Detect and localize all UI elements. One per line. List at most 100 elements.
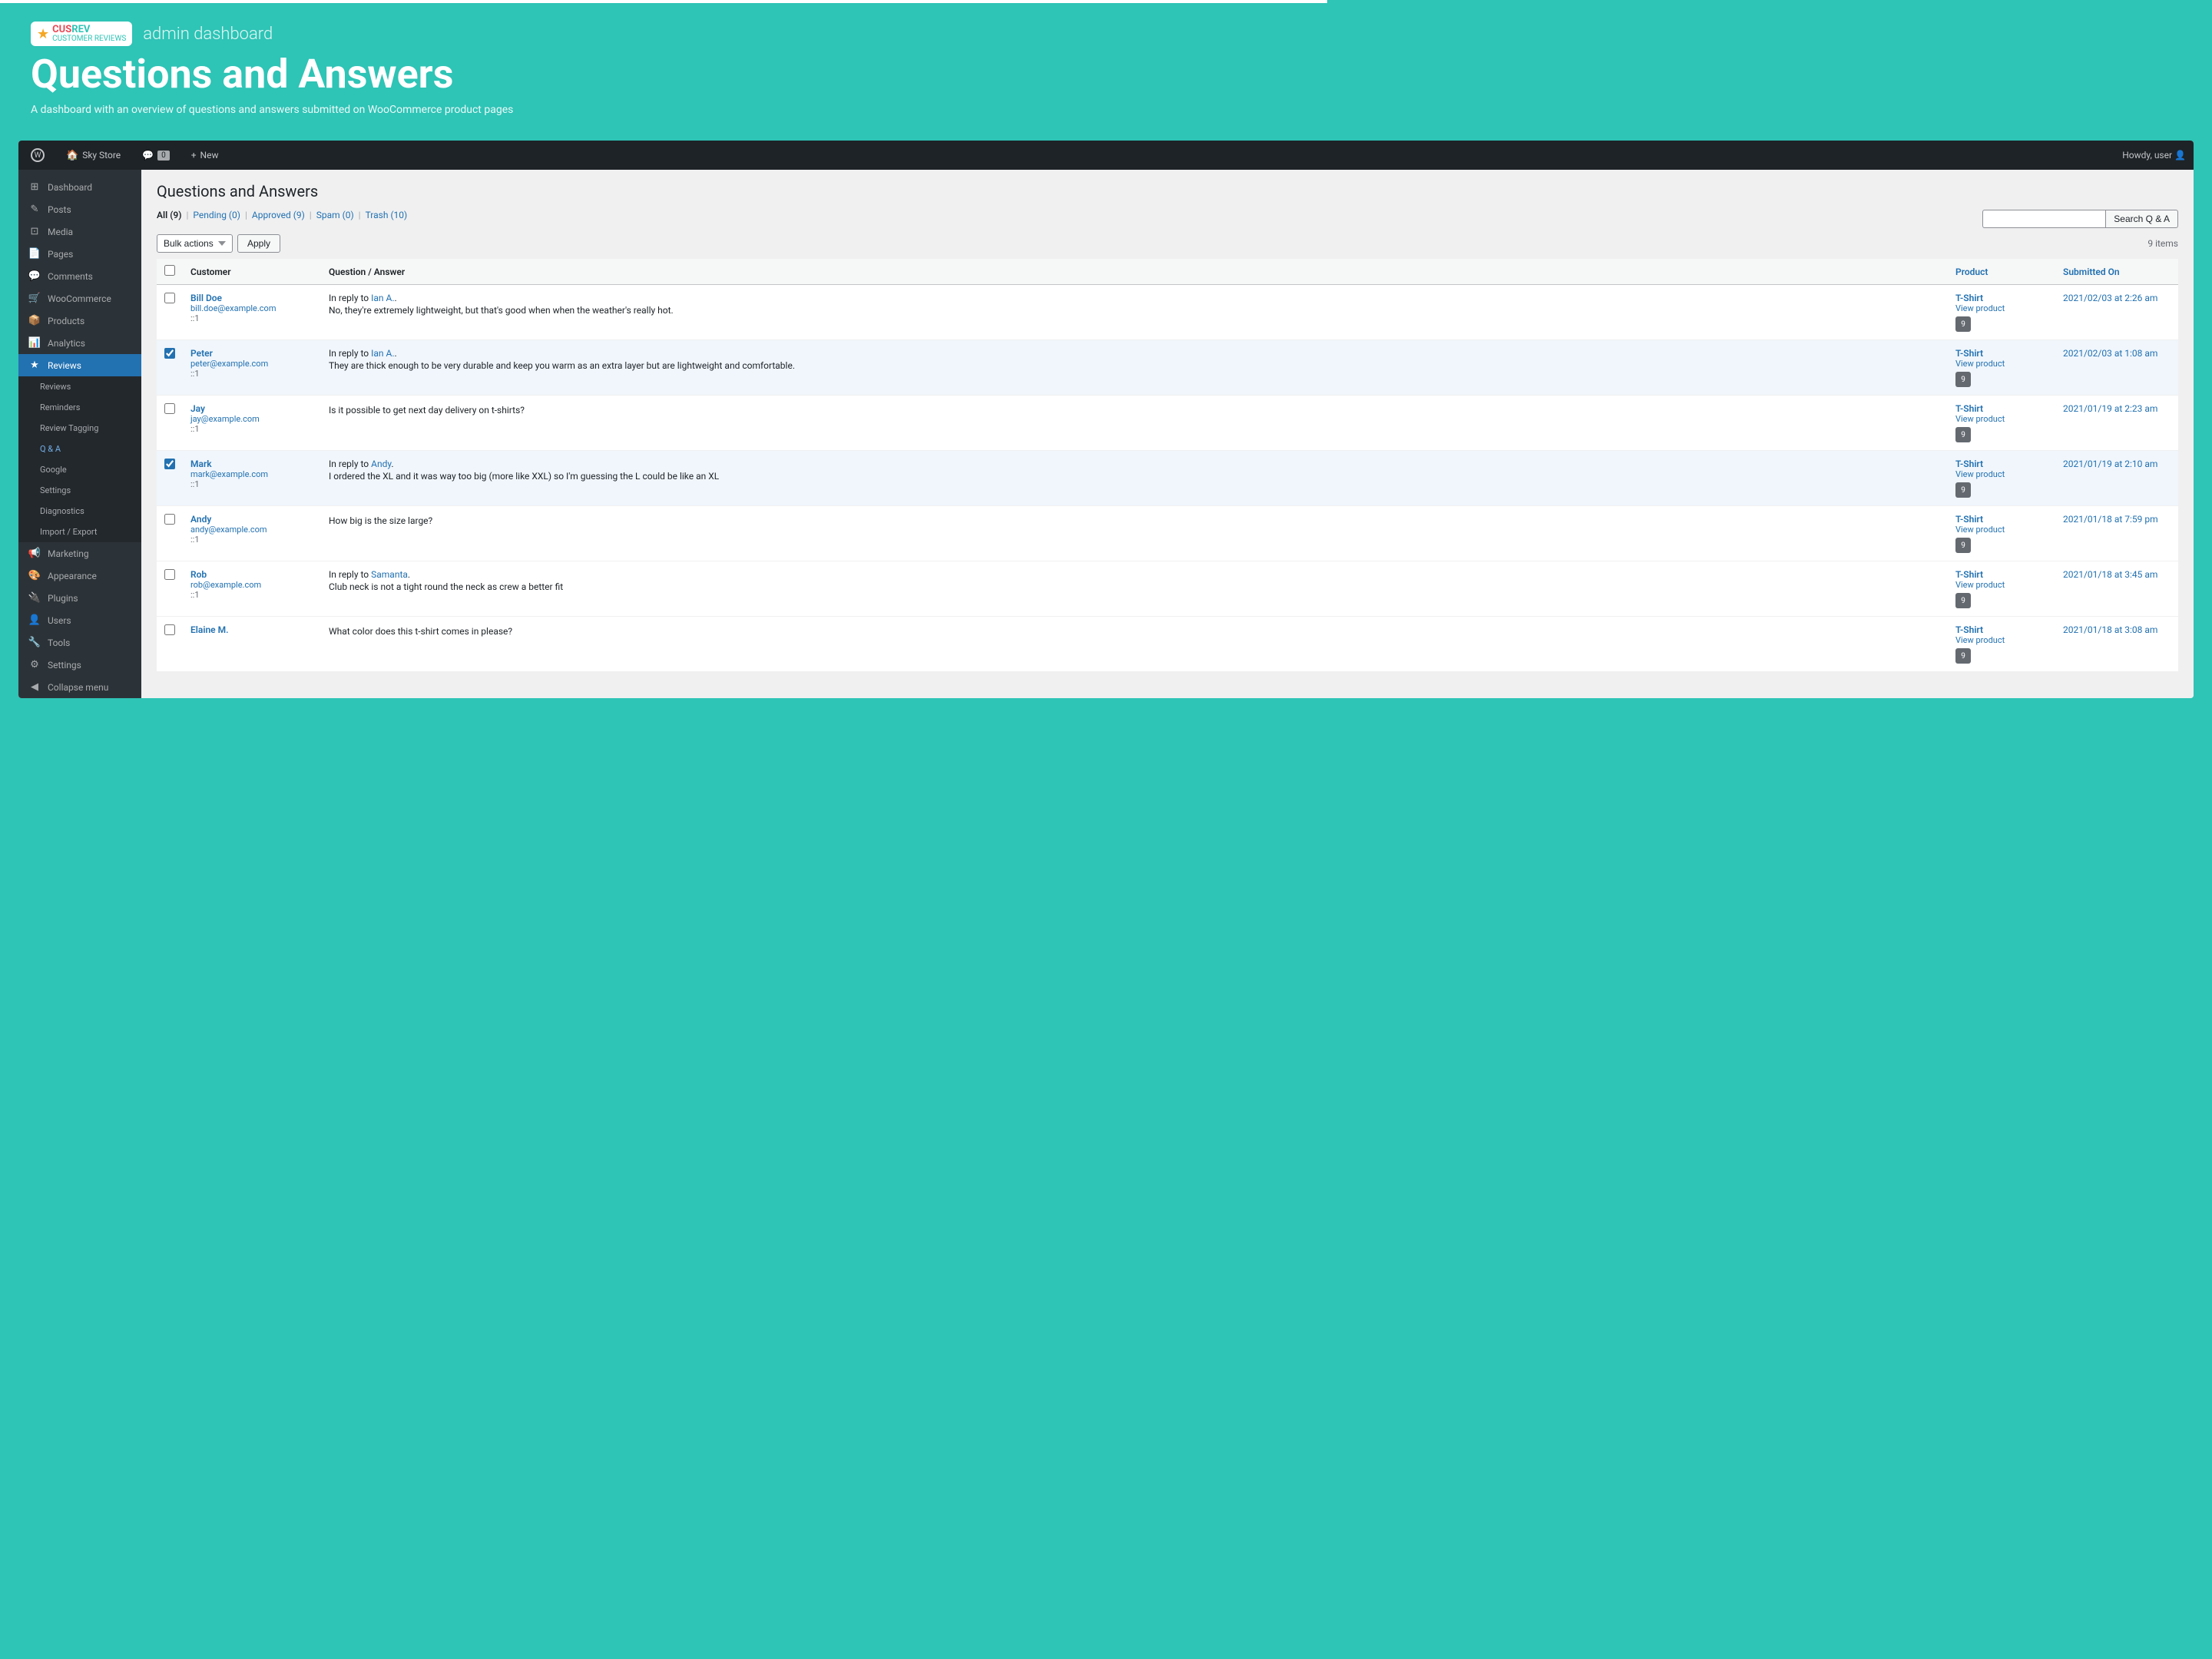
reply-to-link[interactable]: Andy: [371, 459, 391, 469]
product-badge: 9: [1955, 593, 1971, 608]
new-item[interactable]: + New: [187, 141, 224, 170]
table-row: Andy andy@example.com ::1 How big is the…: [157, 506, 2178, 561]
sidebar-item-reminders[interactable]: Reminders: [18, 397, 141, 418]
search-button[interactable]: Search Q & A: [2105, 210, 2178, 228]
product-name[interactable]: T-Shirt: [1955, 403, 2048, 414]
search-input[interactable]: [1982, 210, 2105, 228]
sidebar-item-reviews-sub[interactable]: Reviews: [18, 376, 141, 397]
filter-pending[interactable]: Pending (0): [193, 210, 240, 220]
row-checkbox[interactable]: [164, 459, 175, 469]
sidebar-item-settings[interactable]: ⚙ Settings: [18, 654, 141, 676]
filter-all[interactable]: All (9): [157, 210, 181, 220]
sidebar-item-dashboard[interactable]: ⊞ Dashboard: [18, 176, 141, 198]
customer-name[interactable]: Mark: [190, 459, 313, 469]
customer-cell: Andy andy@example.com ::1: [183, 506, 321, 561]
customer-name[interactable]: Rob: [190, 569, 313, 580]
wp-adminbar: W 🏠 Sky Store 💬 0 + New Howdy, user 👤: [18, 141, 2194, 170]
select-all-checkbox[interactable]: [164, 265, 175, 276]
product-link[interactable]: View product: [1955, 635, 2048, 645]
row-checkbox[interactable]: [164, 403, 175, 414]
sidebar-item-comments[interactable]: 💬 Comments: [18, 265, 141, 287]
sidebar-label-users: Users: [48, 615, 71, 626]
sidebar-item-marketing[interactable]: 📢 Marketing: [18, 542, 141, 565]
product-name[interactable]: T-Shirt: [1955, 624, 2048, 635]
sidebar-item-pages[interactable]: 📄 Pages: [18, 243, 141, 265]
product-name[interactable]: T-Shirt: [1955, 514, 2048, 525]
sidebar-item-users[interactable]: 👤 Users: [18, 609, 141, 631]
col-header-product[interactable]: Product: [1948, 259, 2055, 285]
product-link[interactable]: View product: [1955, 414, 2048, 424]
sidebar-item-collapse[interactable]: ◀ Collapse menu: [18, 676, 141, 698]
sidebar-item-posts[interactable]: ✎ Posts: [18, 198, 141, 220]
row-checkbox[interactable]: [164, 514, 175, 525]
product-name[interactable]: T-Shirt: [1955, 569, 2048, 580]
filter-trash[interactable]: Trash (10): [366, 210, 408, 220]
product-name[interactable]: T-Shirt: [1955, 293, 2048, 303]
customer-email[interactable]: peter@example.com: [190, 359, 313, 369]
product-name[interactable]: T-Shirt: [1955, 348, 2048, 359]
sidebar-item-analytics[interactable]: 📊 Analytics: [18, 332, 141, 354]
product-link[interactable]: View product: [1955, 303, 2048, 313]
sidebar-label-media: Media: [48, 227, 73, 237]
row-checkbox[interactable]: [164, 293, 175, 303]
submitted-date: 2021/01/19 at 2:23 am: [2063, 403, 2171, 414]
customer-email[interactable]: mark@example.com: [190, 469, 313, 479]
wp-icon-item[interactable]: W: [26, 141, 49, 170]
qa-cell: In reply to Ian A.. They are thick enoug…: [321, 340, 1948, 396]
sidebar-item-google[interactable]: Google: [18, 459, 141, 480]
row-checkbox[interactable]: [164, 569, 175, 580]
sidebar-item-settings-sub[interactable]: Settings: [18, 480, 141, 501]
product-cell: T-Shirt View product 9: [1948, 617, 2055, 672]
media-icon: ⊡: [28, 226, 41, 237]
customer-email[interactable]: rob@example.com: [190, 580, 313, 590]
product-badge: 9: [1955, 538, 1971, 553]
customer-name[interactable]: Bill Doe: [190, 293, 313, 303]
sidebar-item-diagnostics[interactable]: Diagnostics: [18, 501, 141, 522]
comment-item[interactable]: 💬 0: [137, 141, 174, 170]
sidebar-item-qa[interactable]: Q & A: [18, 439, 141, 459]
sidebar-item-appearance[interactable]: 🎨 Appearance: [18, 565, 141, 587]
row-checkbox[interactable]: [164, 348, 175, 359]
sidebar-item-products[interactable]: 📦 Products: [18, 310, 141, 332]
filter-approved[interactable]: Approved (9): [252, 210, 305, 220]
customer-name[interactable]: Jay: [190, 403, 313, 414]
apply-button[interactable]: Apply: [237, 234, 280, 253]
sidebar-item-review-tagging[interactable]: Review Tagging: [18, 418, 141, 439]
sidebar-item-woocommerce[interactable]: 🛒 WooCommerce: [18, 287, 141, 310]
greeting-label: Howdy, user: [2122, 150, 2172, 161]
customer-email[interactable]: jay@example.com: [190, 414, 313, 424]
submitted-date: 2021/01/19 at 2:10 am: [2063, 459, 2171, 469]
customer-email[interactable]: bill.doe@example.com: [190, 303, 313, 313]
bulk-actions-select[interactable]: Bulk actions: [157, 234, 233, 253]
sidebar-label-reviews: Reviews: [48, 360, 81, 371]
product-badge: 9: [1955, 427, 1971, 442]
product-link[interactable]: View product: [1955, 525, 2048, 535]
reply-to-link[interactable]: Ian A.: [371, 293, 394, 303]
sidebar-item-media[interactable]: ⊡ Media: [18, 220, 141, 243]
qa-cell: Is it possible to get next day delivery …: [321, 396, 1948, 451]
sidebar-item-import-export[interactable]: Import / Export: [18, 522, 141, 542]
row-checkbox[interactable]: [164, 624, 175, 635]
customer-email[interactable]: andy@example.com: [190, 525, 313, 535]
product-link[interactable]: View product: [1955, 469, 2048, 479]
customer-name[interactable]: Peter: [190, 348, 313, 359]
sidebar-item-plugins[interactable]: 🔌 Plugins: [18, 587, 141, 609]
col-header-date[interactable]: Submitted On: [2055, 259, 2178, 285]
sidebar-item-tools[interactable]: 🔧 Tools: [18, 631, 141, 654]
product-name[interactable]: T-Shirt: [1955, 459, 2048, 469]
sidebar-submenu: Reviews Reminders Review Tagging Q & A G…: [18, 376, 141, 542]
customer-name[interactable]: Andy: [190, 514, 313, 525]
sidebar-item-reviews[interactable]: ★ Reviews: [18, 354, 141, 376]
customer-cell: Peter peter@example.com ::1: [183, 340, 321, 396]
table-row: Rob rob@example.com ::1 In reply to Sama…: [157, 561, 2178, 617]
reply-to-link[interactable]: Ian A.: [371, 348, 394, 359]
customer-name[interactable]: Elaine M.: [190, 624, 313, 635]
comment-count: 0: [157, 151, 170, 161]
table-row: Elaine M. What color does this t-shirt c…: [157, 617, 2178, 672]
reply-to-link[interactable]: Samanta: [371, 569, 408, 580]
user-avatar: 👤: [2174, 150, 2186, 161]
filter-spam[interactable]: Spam (0): [316, 210, 354, 220]
product-link[interactable]: View product: [1955, 359, 2048, 369]
site-name-item[interactable]: 🏠 Sky Store: [61, 141, 125, 170]
product-link[interactable]: View product: [1955, 580, 2048, 590]
